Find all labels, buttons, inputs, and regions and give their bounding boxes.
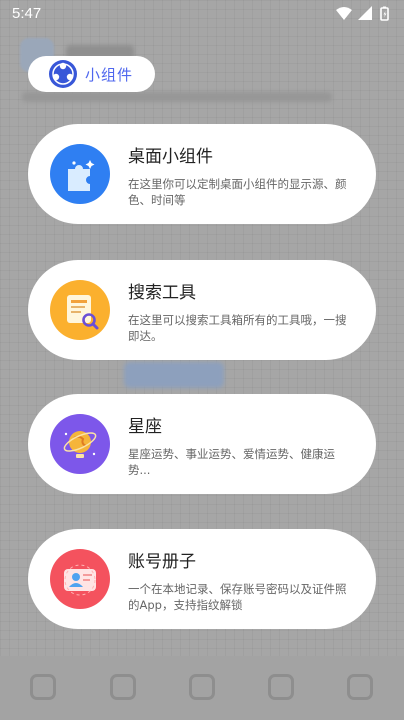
wifi-icon (336, 7, 352, 20)
card-title: 账号册子 (128, 552, 196, 572)
card-description: 星座运势、事业运势、爱情运势、健康运势... (128, 447, 335, 477)
status-bar: 5:47 (0, 0, 404, 28)
background-bottom-nav (0, 656, 404, 720)
nav-discover-icon (268, 674, 294, 700)
card-desktop-widget[interactable]: 桌面小组件 在这里你可以定制桌面小组件的显示源、颜色、时间等 (28, 124, 376, 224)
battery-icon (380, 6, 389, 21)
card-account-book[interactable]: 账号册子 一个在本地记录、保存账号密码以及证件照的App，支持指纹解锁 (28, 529, 376, 629)
card-title: 桌面小组件 (128, 147, 213, 167)
card-title: 星座 (128, 417, 162, 437)
card-icon-circle (50, 549, 110, 609)
card-search-tools[interactable]: 搜索工具 在这里可以搜索工具箱所有的工具哦，一搜即达。 (28, 260, 376, 360)
card-title: 搜索工具 (128, 283, 196, 303)
nav-tools-icon (110, 674, 136, 700)
card-description: 在这里可以搜索工具箱所有的工具哦，一搜即达。 (128, 313, 347, 343)
cell-signal-icon (358, 6, 372, 20)
status-icons (336, 6, 389, 21)
globe-logo-icon (49, 60, 77, 88)
background-app-subtitle (22, 92, 332, 102)
puzzle-piece-icon (68, 160, 95, 191)
card-icon-circle (50, 414, 110, 474)
nav-home-icon (30, 674, 56, 700)
background-app-element (124, 362, 224, 388)
card-icon-circle (50, 280, 110, 340)
widget-header-pill[interactable]: 小组件 (28, 56, 155, 92)
card-description: 在这里你可以定制桌面小组件的显示源、颜色、时间等 (128, 177, 347, 207)
constellation-globe-icon (63, 431, 97, 458)
status-time: 5:47 (12, 5, 42, 22)
id-card-icon (64, 564, 96, 596)
nav-profile-icon (347, 674, 373, 700)
nav-box-icon (189, 674, 215, 700)
card-constellation[interactable]: 星座 星座运势、事业运势、爱情运势、健康运势... (28, 394, 376, 494)
card-description: 一个在本地记录、保存账号密码以及证件照的App，支持指纹解锁 (128, 582, 347, 612)
card-icon-circle (50, 144, 110, 204)
document-search-icon (67, 295, 99, 330)
header-title: 小组件 (85, 65, 134, 84)
